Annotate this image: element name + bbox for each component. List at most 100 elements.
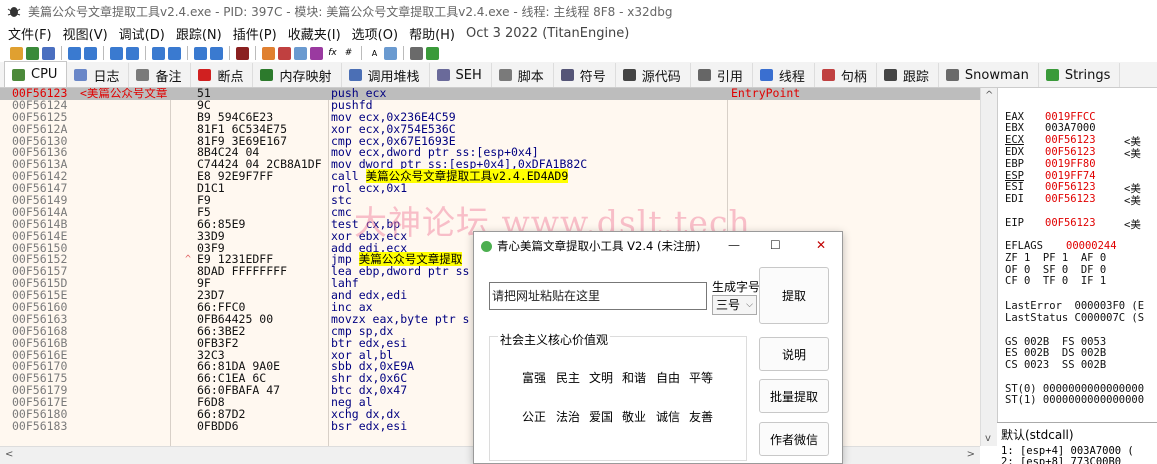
label-icon[interactable] (294, 46, 307, 60)
tab-内存映射[interactable]: 内存映射 (253, 63, 342, 87)
author-wechat-button[interactable]: 作者微信 (759, 422, 829, 456)
tab-句柄[interactable]: 句柄 (815, 63, 877, 87)
register-symbol: <美 (1124, 219, 1141, 231)
url-input[interactable]: 请把网址粘贴在这里 (489, 282, 707, 310)
threads-icon (759, 69, 773, 81)
register-value[interactable]: 00F56123 (1045, 146, 1096, 158)
menu-options[interactable]: 选项(O) (352, 24, 398, 43)
menu-trace[interactable]: 跟踪(N) (176, 24, 222, 43)
bookmark-icon[interactable] (310, 46, 323, 60)
calling-convention-select[interactable]: 默认(stdcall) (1001, 426, 1074, 443)
hash-icon[interactable]: # (342, 46, 355, 60)
menu-view[interactable]: 视图(V) (63, 24, 108, 43)
disasm-row[interactable]: 00F5612A 81F1 6C534E75 xor ecx,0x754E536C (0, 123, 980, 136)
pause-icon[interactable] (84, 46, 97, 60)
tab-脚本[interactable]: 脚本 (492, 63, 554, 87)
menu-file[interactable]: 文件(F) (8, 24, 52, 43)
calculator-icon[interactable] (384, 46, 397, 60)
register-value[interactable]: 00F56123 (1045, 217, 1096, 229)
source-icon (622, 69, 636, 81)
register-value[interactable]: 0019FF80 (1045, 158, 1096, 170)
batch-extract-button[interactable]: 批量提取 (759, 379, 829, 413)
run-to-user-code-icon[interactable] (210, 46, 223, 60)
register-value[interactable]: 00F56123 (1045, 181, 1096, 193)
font-size-select[interactable]: 三号 ⌵ (712, 295, 757, 315)
menu-help[interactable]: 帮助(H) (409, 24, 455, 43)
help-button[interactable]: 说明 (759, 337, 829, 371)
disasm-row[interactable]: 00F56124 9C pushfd (0, 99, 980, 112)
disasm-row[interactable]: 00F56123 <美篇公众号文章 51 push ecx EntryPoint (0, 88, 980, 100)
toolbar: fx # A (0, 44, 1157, 62)
chevron-down-icon: ⌵ (746, 300, 753, 310)
tab-断点[interactable]: 断点 (191, 63, 254, 87)
cheat-icon[interactable] (426, 46, 439, 60)
values-group (489, 336, 747, 461)
tab-cpu[interactable]: CPU (4, 61, 68, 87)
tab-label: CPU (31, 67, 58, 82)
menu-favourites[interactable]: 收藏夹(I) (288, 24, 341, 43)
tab-引用[interactable]: 引用 (691, 63, 753, 87)
execute-till-return-icon[interactable] (194, 46, 207, 60)
disasm-row[interactable]: 00F56125 B9 594C6E23 mov ecx,0x236E4C59 (0, 111, 980, 124)
trace-over-icon[interactable] (168, 46, 181, 60)
title-bar: 美篇公众号文章提取工具v2.4.exe - PID: 397C - 模块: 美篇… (0, 0, 1157, 22)
tab-label: Strings (1064, 67, 1111, 83)
tab-label: 备注 (155, 69, 182, 85)
extract-button[interactable]: 提取 (759, 267, 829, 324)
tab-snowman[interactable]: Snowman (939, 63, 1039, 87)
menu-debug[interactable]: 调试(D) (119, 24, 165, 43)
tab-符号[interactable]: 符号 (554, 63, 616, 87)
tab-备注[interactable]: 备注 (129, 63, 192, 87)
flags-line: CF 0 TF 0 IF 1 (1005, 275, 1107, 287)
menu-bar: 文件(F) 视图(V) 调试(D) 跟踪(N) 插件(P) 收藏夹(I) 选项(… (0, 22, 1157, 44)
instruction: bsr edx,esi (331, 418, 408, 433)
step-into-icon[interactable] (110, 46, 123, 60)
disasm-row[interactable]: 00F56142 E8 92E9F7FF call 美篇公众号文章提取工具v2.4.… (0, 169, 980, 184)
minimize-icon[interactable]: — (728, 238, 740, 252)
scylla-icon[interactable] (236, 46, 249, 60)
close-icon[interactable]: ✕ (816, 238, 826, 252)
references-icon (697, 69, 711, 81)
register-name: ESI (1005, 181, 1024, 193)
open-icon[interactable] (10, 46, 23, 60)
font-icon[interactable]: A (368, 46, 381, 60)
scroll-up-icon[interactable]: ^ (985, 90, 993, 101)
comment-icon[interactable] (278, 46, 291, 60)
register-value[interactable]: 00F56123 (1045, 193, 1096, 205)
tab-源代码[interactable]: 源代码 (616, 63, 691, 87)
maximize-icon[interactable]: ☐ (770, 238, 781, 252)
tab-跟踪[interactable]: 跟踪 (877, 63, 939, 87)
core-value-text: 自由 (656, 371, 681, 385)
symbol-label: <美篇公众号文章 (80, 88, 168, 100)
disasm-row[interactable]: 00F56147 D1C1 rol ecx,0x1 (0, 182, 980, 195)
tab-线程[interactable]: 线程 (753, 63, 815, 87)
menu-plugins[interactable]: 插件(P) (233, 24, 277, 43)
script-icon (498, 69, 512, 81)
build-date: Oct 3 2022 (TitanEngine) (465, 25, 630, 41)
tab-调用堆栈[interactable]: 调用堆栈 (342, 63, 430, 87)
snowman-icon (945, 69, 959, 81)
register-value[interactable]: 003A7000 (1045, 122, 1096, 134)
function-icon[interactable]: fx (326, 46, 339, 60)
call-convention-panel[interactable]: 默认(stdcall) 1: [esp+4] 003A7000 ( 2: [es… (997, 422, 1157, 464)
scroll-right-icon[interactable]: > (967, 449, 975, 460)
register-value[interactable]: 00F56123 (1045, 134, 1096, 146)
popup-title-bar: 青心美篇文章提取小工具 V2.4 (未注册) (474, 232, 842, 260)
close-icon[interactable] (42, 46, 55, 60)
step-over-icon[interactable] (126, 46, 139, 60)
scroll-down-icon[interactable]: v (985, 433, 991, 444)
toolbar-separator (403, 46, 404, 60)
scroll-left-icon[interactable]: < (5, 449, 13, 460)
restart-icon[interactable] (26, 46, 39, 60)
trace-into-icon[interactable] (152, 46, 165, 60)
patch-icon[interactable] (262, 46, 275, 60)
tab-strings[interactable]: Strings (1039, 63, 1121, 87)
tab-label: Snowman (964, 67, 1029, 83)
disassembly-scrollbar[interactable]: ^ v (980, 88, 997, 446)
run-icon[interactable] (68, 46, 81, 60)
tab-seh[interactable]: SEH (430, 63, 492, 87)
tab-日志[interactable]: 日志 (67, 63, 130, 87)
font-size-value: 三号 (716, 298, 741, 312)
registers-panel[interactable]: EAX 0019FFCC EBX 003A7000 ECX 00F56123 <美 EDX 00… (997, 88, 1157, 422)
notepad-icon[interactable] (410, 46, 423, 60)
